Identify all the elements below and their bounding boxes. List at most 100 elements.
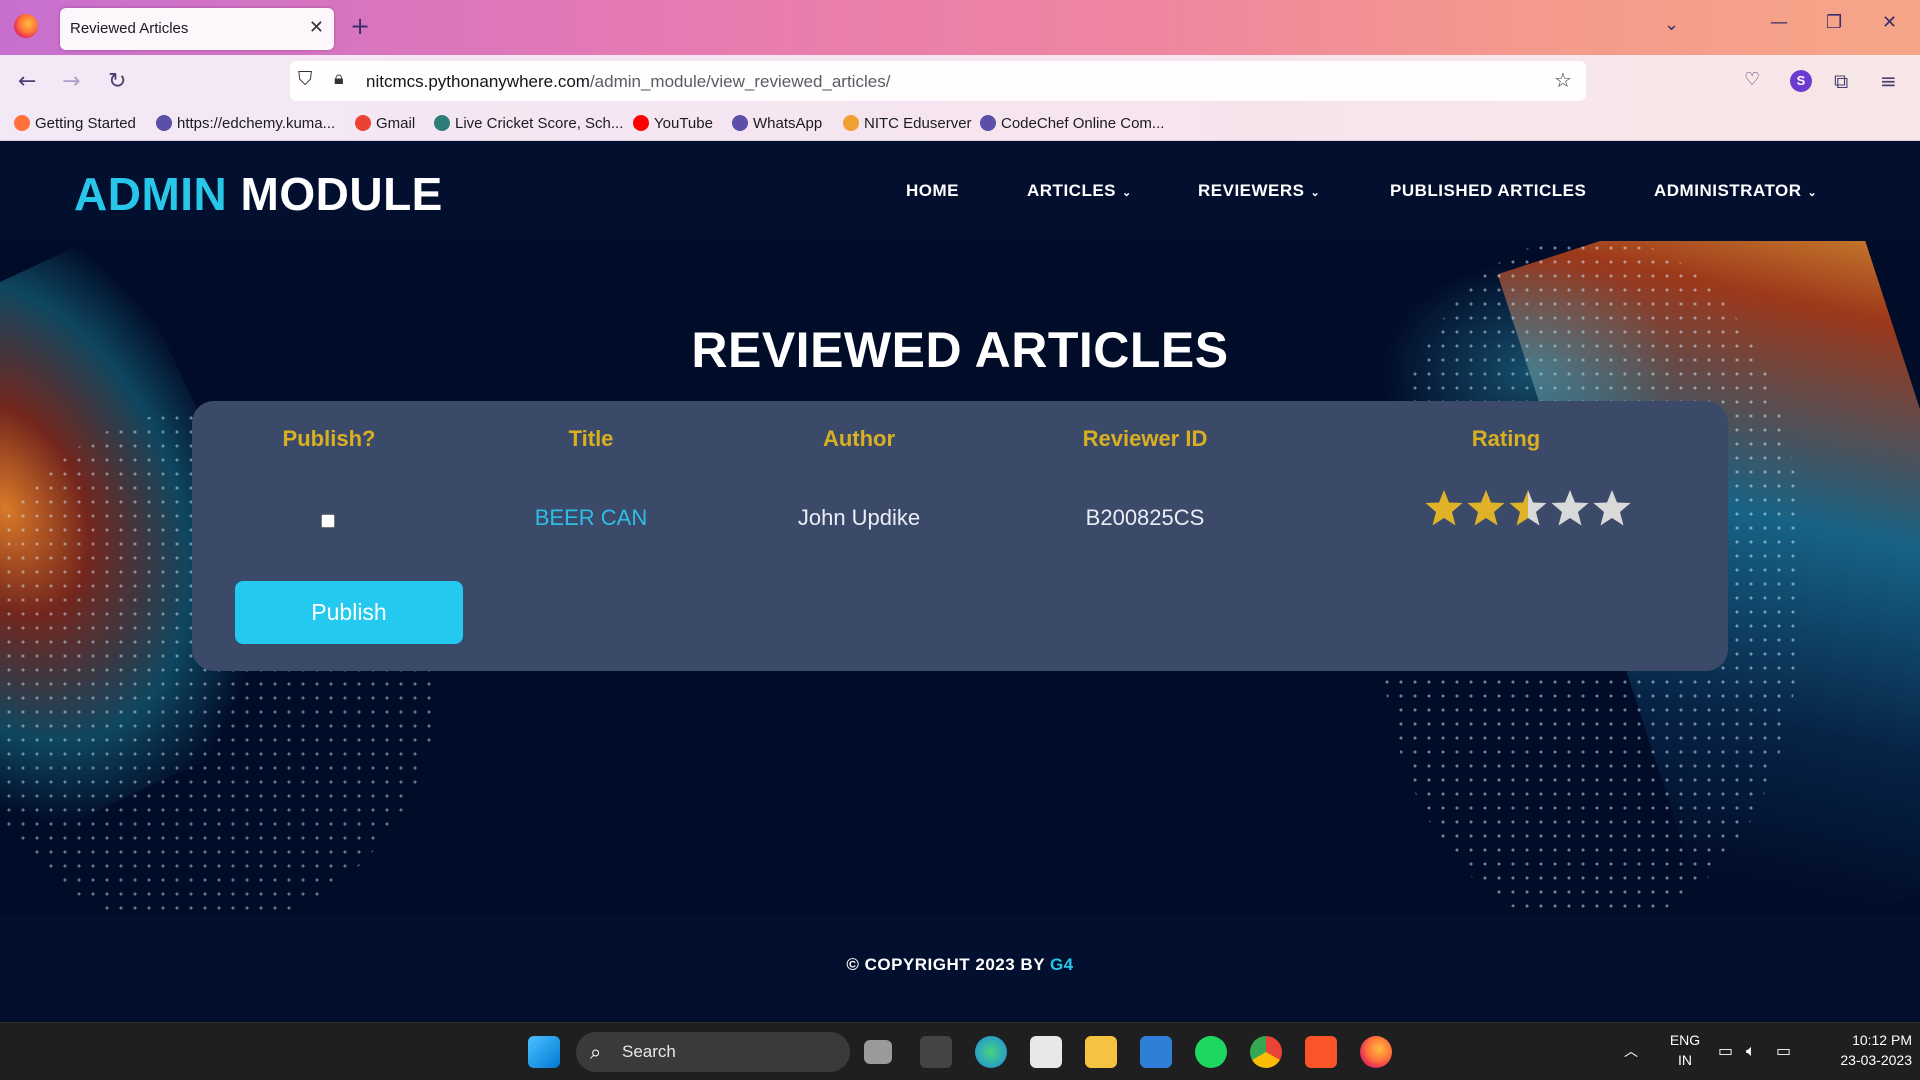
firefox-taskbar-icon[interactable]: [1360, 1036, 1392, 1068]
language-code[interactable]: ENG: [1668, 1032, 1702, 1048]
reload-icon[interactable]: ↻: [108, 69, 126, 94]
bookmark-favicon-icon: [980, 115, 996, 131]
mail-icon[interactable]: [1140, 1036, 1172, 1068]
publish-checkbox[interactable]: [321, 514, 335, 528]
url-host: nitcmcs.pythonanywhere.com: [366, 72, 590, 91]
edge-icon[interactable]: [975, 1036, 1007, 1068]
copyright-link[interactable]: G4: [1050, 955, 1074, 974]
browser-nav-bar: ← → ↻ ⛉ 🔒︎ nitcmcs.pythonanywhere.com/ad…: [0, 55, 1920, 109]
bookmark-label: Live Cricket Score, Sch...: [455, 115, 624, 132]
site-footer: © COPYRIGHT 2023 BY G4: [0, 916, 1920, 1022]
list-tabs-chevron-icon[interactable]: ⌄: [1664, 14, 1679, 35]
chevron-down-icon: ⌄: [1310, 187, 1321, 199]
logo-accent: ADMIN: [74, 168, 228, 220]
nav-item-administrator[interactable]: ADMINISTRATOR ⌄: [1654, 181, 1817, 201]
logo-rest: MODULE: [240, 168, 443, 220]
rating-star-icon: [1551, 490, 1589, 526]
back-icon[interactable]: ←: [18, 69, 36, 94]
bookmark-item[interactable]: CodeChef Online Com...: [980, 115, 1164, 132]
tab-title: Reviewed Articles: [70, 20, 189, 37]
bookmark-item[interactable]: https://edchemy.kuma...: [156, 115, 335, 132]
bookmark-item[interactable]: WhatsApp: [732, 115, 822, 132]
language-region[interactable]: IN: [1668, 1052, 1702, 1068]
bookmark-favicon-icon: [434, 115, 450, 131]
page-title: REVIEWED ARTICLES: [691, 322, 1229, 378]
site-logo[interactable]: ADMIN MODULE: [74, 167, 443, 221]
chevron-down-icon: ⌄: [1122, 187, 1132, 199]
bookmark-favicon-icon: [156, 115, 172, 131]
page-viewport: ADMIN MODULE HOME ARTICLES ⌄ REVIEWERS ⌄ PUBL…: [0, 141, 1920, 1022]
column-header: Author: [822, 426, 896, 451]
pocket-icon[interactable]: ♡: [1744, 69, 1760, 90]
battery-icon[interactable]: ▭: [1776, 1041, 1791, 1060]
site-header: ADMIN MODULE HOME ARTICLES ⌄ REVIEWERS ⌄ PUBL…: [0, 141, 1920, 241]
bookmark-label: CodeChef Online Com...: [1001, 115, 1165, 132]
menu-hamburger-icon[interactable]: ≡: [1880, 69, 1897, 93]
url-path: /admin_module/view_reviewed_articles/: [589, 72, 891, 91]
bookmark-favicon-icon: [14, 115, 30, 131]
url-bar[interactable]: ⛉ 🔒︎ nitcmcs.pythonanywhere.com/admin_mo…: [290, 61, 1586, 101]
nav-item-label: HOME: [906, 181, 959, 200]
shield-icon[interactable]: ⛉: [298, 68, 312, 90]
clock-date[interactable]: 23-03-2023: [1812, 1052, 1912, 1068]
reviewed-articles-table: Publish? Title Author Reviewer ID Rating BEE…: [192, 401, 1728, 671]
publish-button[interactable]: Publish: [235, 581, 463, 644]
bookmark-item[interactable]: Getting Started: [14, 115, 136, 132]
chrome-icon[interactable]: [1250, 1036, 1282, 1068]
forward-icon[interactable]: →: [62, 69, 80, 94]
minimize-icon[interactable]: —: [1770, 12, 1788, 33]
author-cell: John Updike: [797, 505, 921, 530]
predator-sense-icon[interactable]: [920, 1036, 952, 1068]
task-view-icon[interactable]: [864, 1040, 892, 1064]
bookmark-label: https://edchemy.kuma...: [177, 115, 336, 132]
bookmark-item[interactable]: Gmail: [355, 115, 415, 132]
spotify-icon[interactable]: [1195, 1036, 1227, 1068]
bookmark-label: Getting Started: [35, 115, 136, 132]
search-icon: ⌕: [590, 1040, 602, 1064]
new-tab-icon[interactable]: +: [350, 12, 370, 40]
column-header: Title: [568, 426, 614, 451]
windows-taskbar: ⌕ Search ︿ ENG IN ▭ 🔈︎ ▭ 10:12 PM 23-03-…: [0, 1022, 1920, 1080]
bookmark-favicon-icon: [843, 115, 859, 131]
bookmark-star-icon[interactable]: ☆: [1554, 68, 1572, 92]
nav-item-reviewers[interactable]: REVIEWERS ⌄: [1198, 181, 1320, 201]
bookmark-favicon-icon: [633, 115, 649, 131]
rating-star-icon: [1509, 490, 1547, 526]
account-avatar[interactable]: S: [1790, 70, 1812, 92]
bookmark-item[interactable]: NITC Eduserver: [843, 115, 972, 132]
url-text[interactable]: nitcmcs.pythonanywhere.com/admin_module/…: [366, 72, 890, 92]
show-hidden-icons-chevron[interactable]: ︿: [1624, 1041, 1638, 1061]
extensions-icon[interactable]: ⧉: [1834, 69, 1848, 93]
brave-icon[interactable]: [1305, 1036, 1337, 1068]
nav-item-label: ARTICLES: [1027, 181, 1116, 200]
reviewer-id-cell: B200825CS: [1085, 505, 1205, 530]
bookmark-label: Gmail: [376, 115, 416, 132]
nav-item-published-articles[interactable]: PUBLISHED ARTICLES: [1390, 181, 1586, 201]
store-icon[interactable]: [1030, 1036, 1062, 1068]
search-label: Search: [622, 1042, 676, 1061]
bookmark-label: NITC Eduserver: [864, 115, 972, 132]
nav-item-label: PUBLISHED ARTICLES: [1390, 181, 1587, 200]
clock-time[interactable]: 10:12 PM: [1812, 1032, 1912, 1048]
tab-close-icon[interactable]: ✕: [309, 17, 324, 38]
close-window-icon[interactable]: ✕: [1882, 12, 1897, 33]
chevron-down-icon: ⌄: [1807, 187, 1818, 199]
bookmark-label: YouTube: [654, 115, 713, 132]
network-icon[interactable]: ▭: [1718, 1041, 1733, 1060]
windows-start-icon[interactable]: [528, 1036, 560, 1068]
browser-tab-active[interactable]: Reviewed Articles ✕: [60, 8, 334, 50]
nav-item-label: ADMINISTRATOR: [1654, 181, 1802, 200]
column-header: Rating: [1471, 426, 1541, 451]
bookmarks-toolbar: Getting Started https://edchemy.kuma... Gm…: [0, 109, 1920, 141]
article-title-link[interactable]: BEER CAN: [535, 505, 647, 531]
taskbar-search[interactable]: ⌕ Search: [576, 1032, 850, 1072]
bookmark-item[interactable]: YouTube: [633, 115, 713, 132]
volume-icon[interactable]: 🔈︎: [1746, 1041, 1756, 1061]
nav-item-articles[interactable]: ARTICLES ⌄: [1027, 181, 1132, 201]
bookmark-item[interactable]: Live Cricket Score, Sch...: [434, 115, 623, 132]
nav-item-home[interactable]: HOME: [906, 181, 959, 201]
lock-icon[interactable]: 🔒︎: [334, 68, 344, 89]
file-explorer-icon[interactable]: [1085, 1036, 1117, 1068]
restore-icon[interactable]: ❐: [1826, 12, 1842, 33]
nav-item-label: REVIEWERS: [1198, 181, 1305, 200]
